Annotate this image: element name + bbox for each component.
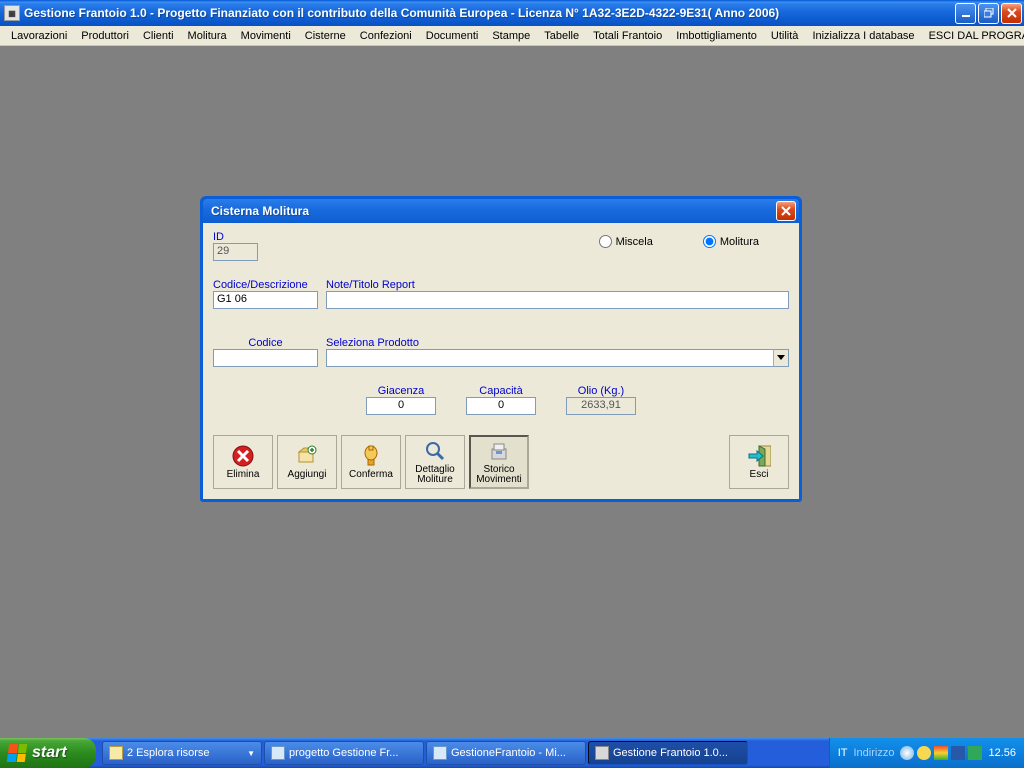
prodotto-dropdown-button[interactable]: [773, 349, 789, 367]
menu-imbottigliamento[interactable]: Imbottigliamento: [669, 28, 764, 44]
menu-produttori[interactable]: Produttori: [74, 28, 136, 44]
menu-inizializza-db[interactable]: Inizializza I database: [805, 28, 921, 44]
taskbar-item-gestione-frantoio[interactable]: Gestione Frantoio 1.0...: [588, 741, 748, 765]
storico-label: Storico Movimenti: [473, 465, 525, 486]
prodotto-field[interactable]: [326, 349, 789, 367]
radio-molitura[interactable]: Molitura: [703, 235, 759, 248]
dialog-close-button[interactable]: [776, 201, 796, 221]
note-field[interactable]: [326, 291, 789, 309]
minimize-button[interactable]: [955, 3, 976, 24]
conferma-button[interactable]: Conferma: [341, 435, 401, 489]
document-icon: [433, 746, 447, 760]
detail-icon: [423, 439, 447, 463]
taskbar-item-explorer[interactable]: 2 Esplora risorse▼: [102, 741, 262, 765]
taskbar-buttons: 2 Esplora risorse▼ progetto Gestione Fr.…: [96, 738, 829, 768]
tray-icon-5[interactable]: [968, 746, 982, 760]
radio-miscela[interactable]: Miscela: [599, 235, 653, 248]
close-button[interactable]: [1001, 3, 1022, 24]
dettaglio-moliture-button[interactable]: Dettaglio Moliture: [405, 435, 465, 489]
tray-icon-1[interactable]: [900, 746, 914, 760]
menu-tabelle[interactable]: Tabelle: [537, 28, 586, 44]
system-tray: IT Indirizzo 12.56: [829, 738, 1024, 768]
delete-icon: [231, 444, 255, 468]
storico-movimenti-button[interactable]: Storico Movimenti: [469, 435, 529, 489]
start-label: start: [32, 744, 67, 762]
clock[interactable]: 12.56: [988, 747, 1016, 759]
exit-icon: [747, 444, 771, 468]
tray-icon-3[interactable]: [934, 746, 948, 760]
id-field: 29: [213, 243, 258, 261]
menu-lavorazioni[interactable]: Lavorazioni: [4, 28, 74, 44]
menubar: Lavorazioni Produttori Clienti Molitura …: [0, 26, 1024, 46]
conferma-label: Conferma: [349, 470, 393, 481]
dialog-titlebar: Cisterna Molitura: [203, 199, 799, 223]
elimina-label: Elimina: [227, 470, 260, 481]
aggiungi-label: Aggiungi: [288, 470, 327, 481]
tray-icon-4[interactable]: [951, 746, 965, 760]
giacenza-field[interactable]: 0: [366, 397, 436, 415]
tray-icon-2[interactable]: [917, 746, 931, 760]
codice-descr-label: Codice/Descrizione: [213, 279, 318, 291]
menu-molitura[interactable]: Molitura: [181, 28, 234, 44]
menu-confezioni[interactable]: Confezioni: [353, 28, 419, 44]
menu-esci[interactable]: ESCI DAL PROGRAMMA: [922, 28, 1024, 44]
elimina-button[interactable]: Elimina: [213, 435, 273, 489]
language-indicator[interactable]: IT: [838, 747, 848, 759]
main-titlebar: ▦ Gestione Frantoio 1.0 - Progetto Finan…: [0, 0, 1024, 26]
mdi-area: Cisterna Molitura ID 29 Miscela Molitura…: [0, 46, 1024, 738]
chevron-down-icon: ▼: [247, 749, 255, 758]
note-label: Note/Titolo Report: [326, 279, 789, 291]
start-button[interactable]: start: [0, 738, 96, 768]
giacenza-label: Giacenza: [366, 385, 436, 397]
window-title: Gestione Frantoio 1.0 - Progetto Finanzi…: [24, 6, 955, 20]
menu-cisterne[interactable]: Cisterne: [298, 28, 353, 44]
olio-label: Olio (Kg.): [566, 385, 636, 397]
taskbar-item-progetto[interactable]: progetto Gestione Fr...: [264, 741, 424, 765]
folder-icon: [109, 746, 123, 760]
dialog-title: Cisterna Molitura: [211, 204, 776, 218]
codice-label: Codice: [213, 337, 318, 349]
capacita-field[interactable]: 0: [466, 397, 536, 415]
restore-button[interactable]: [978, 3, 999, 24]
add-icon: [295, 444, 319, 468]
taskbar: start 2 Esplora risorse▼ progetto Gestio…: [0, 738, 1024, 768]
esci-label: Esci: [750, 470, 769, 481]
aggiungi-button[interactable]: Aggiungi: [277, 435, 337, 489]
esci-button[interactable]: Esci: [729, 435, 789, 489]
codice-field[interactable]: [213, 349, 318, 367]
taskbar-item-gestionefrantoio-mi[interactable]: GestioneFrantoio - Mi...: [426, 741, 586, 765]
menu-utilita[interactable]: Utilità: [764, 28, 806, 44]
id-label: ID: [213, 231, 273, 243]
confirm-icon: [359, 444, 383, 468]
cisterna-molitura-dialog: Cisterna Molitura ID 29 Miscela Molitura…: [200, 196, 802, 502]
menu-clienti[interactable]: Clienti: [136, 28, 181, 44]
olio-field: 2633,91: [566, 397, 636, 415]
windows-logo-icon: [7, 744, 28, 762]
menu-documenti[interactable]: Documenti: [419, 28, 486, 44]
capacita-label: Capacità: [466, 385, 536, 397]
dettaglio-label: Dettaglio Moliture: [408, 465, 462, 486]
history-icon: [487, 439, 511, 463]
menu-stampe[interactable]: Stampe: [485, 28, 537, 44]
app-icon: [595, 746, 609, 760]
seleziona-prodotto-label: Seleziona Prodotto: [326, 337, 789, 349]
document-icon: [271, 746, 285, 760]
menu-movimenti[interactable]: Movimenti: [234, 28, 298, 44]
app-icon: ▦: [4, 5, 20, 21]
codice-descr-field[interactable]: G1 06: [213, 291, 318, 309]
menu-totali-frantoio[interactable]: Totali Frantoio: [586, 28, 669, 44]
address-label: Indirizzo: [854, 747, 895, 759]
